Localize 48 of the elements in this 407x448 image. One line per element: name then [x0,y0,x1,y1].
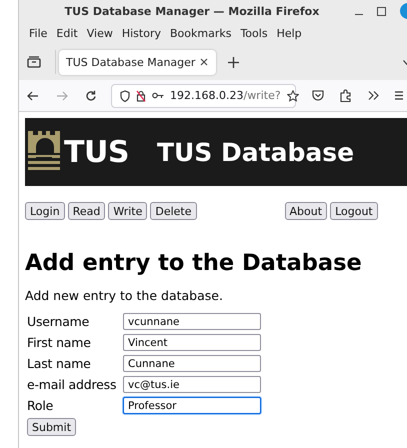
castle-logo-icon [28,131,60,173]
key-icon[interactable] [152,92,164,99]
pocket-icon[interactable] [312,90,324,101]
logo-text: TUS [64,134,129,170]
field-label: e-mail address [27,377,118,392]
window-title: TUS Database Manager — Mozilla Firefox [64,4,320,18]
menu-item[interactable]: View [82,26,117,40]
nav-button[interactable]: About [284,202,328,220]
intro-text: Add new entry to the database. [25,288,224,303]
overflow-icon[interactable] [368,91,379,100]
field-label: Username [27,314,90,329]
menu-item[interactable]: Help [272,26,306,40]
maximize-icon[interactable] [377,6,386,16]
input-field[interactable]: vc@tus.ie [123,376,261,393]
tab-list-icon[interactable] [27,56,41,68]
field-label: Last name [27,356,92,371]
input-field[interactable]: Cunnane [123,355,261,372]
plus-icon[interactable] [228,56,239,68]
browser-tab[interactable]: TUS Database Manager [59,50,216,74]
nav-button[interactable]: Login [25,202,65,220]
tab-title: TUS Database Manager [65,56,196,68]
menu-item[interactable]: History [118,26,165,40]
page-heading: Add entry to the Database [25,250,363,276]
input-field[interactable]: Vincent [123,334,261,351]
shield-icon[interactable] [120,90,130,102]
nav-button[interactable]: Delete [150,202,197,220]
field-label: First name [27,335,92,350]
menu-item[interactable]: File [25,26,52,40]
input-field[interactable]: vcunnane [123,313,261,330]
menu-item[interactable]: Tools [236,26,272,40]
field-label: Role [27,398,54,413]
menu-icon[interactable] [395,91,403,100]
url-text: 192.168.0.23/write? [170,89,281,102]
star-icon[interactable] [286,90,299,102]
insecure-lock-icon[interactable] [136,90,146,102]
menu-item[interactable]: Bookmarks [166,26,236,40]
site-title: TUS Database [156,138,354,166]
nav-button[interactable]: Read [68,202,106,220]
input-field[interactable]: Professor [123,397,261,414]
extensions-icon[interactable] [340,89,352,102]
nav-button[interactable]: Logout [330,202,378,220]
address-bar[interactable]: 192.168.0.23/write? [111,84,296,108]
reload-icon[interactable] [85,90,97,102]
menu-item[interactable]: Edit [52,26,82,40]
submit-button[interactable]: Submit [27,418,76,436]
nav-button[interactable]: Write [108,202,148,220]
back-icon[interactable] [27,90,39,100]
close-icon[interactable] [200,58,208,66]
